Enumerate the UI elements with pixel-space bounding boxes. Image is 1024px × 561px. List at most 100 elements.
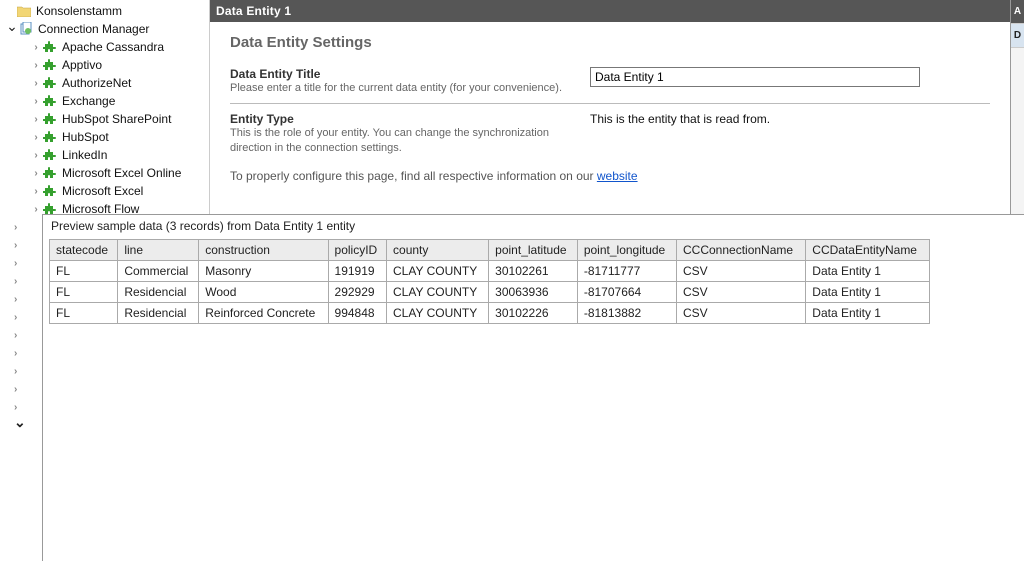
tree-manager-label: Connection Manager: [38, 22, 149, 36]
tree-arrow-icon[interactable]: [2, 218, 40, 236]
table-cell: -81711777: [577, 261, 676, 282]
table-header[interactable]: county: [387, 240, 489, 261]
expand-arrow-icon[interactable]: [30, 204, 42, 215]
right-cell-d[interactable]: D: [1011, 24, 1024, 48]
tree-root[interactable]: Konsolenstamm: [2, 2, 209, 20]
sidebar-item[interactable]: HubSpot SharePoint: [2, 110, 209, 128]
table-cell: Residencial: [118, 303, 199, 324]
table-cell: Data Entity 1: [806, 261, 930, 282]
table-cell: FL: [50, 303, 118, 324]
table-cell: CLAY COUNTY: [387, 282, 489, 303]
table-header[interactable]: CCConnectionName: [677, 240, 806, 261]
tree-arrow-icon[interactable]: [2, 290, 40, 308]
right-cell-a[interactable]: A: [1011, 0, 1024, 24]
table-cell: Data Entity 1: [806, 303, 930, 324]
page-title: Data Entity Settings: [230, 34, 990, 51]
expand-arrow-icon[interactable]: [30, 186, 42, 197]
table-cell: Data Entity 1: [806, 282, 930, 303]
table-header[interactable]: line: [118, 240, 199, 261]
table-header[interactable]: construction: [199, 240, 328, 261]
divider: [230, 103, 990, 104]
preview-title: Preview sample data (3 records) from Dat…: [43, 215, 1024, 239]
preview-panel: Preview sample data (3 records) from Dat…: [42, 214, 1024, 561]
puzzle-icon: [42, 94, 58, 108]
expand-arrow-icon[interactable]: [30, 78, 42, 89]
puzzle-icon: [42, 76, 58, 90]
table-row[interactable]: FLCommercialMasonry191919CLAY COUNTY3010…: [50, 261, 930, 282]
expand-arrow-icon[interactable]: [30, 150, 42, 161]
sidebar-item[interactable]: LinkedIn: [2, 146, 209, 164]
table-cell: 30102226: [489, 303, 578, 324]
table-cell: -81813882: [577, 303, 676, 324]
tree-arrow-icon[interactable]: [2, 362, 40, 380]
title-label: Data Entity Title: [230, 67, 590, 81]
tree-overflow-arrows: [2, 218, 40, 434]
entity-header-title: Data Entity 1: [216, 4, 291, 18]
expand-arrow-icon[interactable]: [30, 42, 42, 53]
expand-arrow-icon[interactable]: [6, 21, 18, 38]
expand-arrow-icon[interactable]: [30, 114, 42, 125]
sidebar-item[interactable]: Microsoft Excel: [2, 182, 209, 200]
table-cell: FL: [50, 261, 118, 282]
table-cell: Residencial: [118, 282, 199, 303]
table-cell: 994848: [328, 303, 387, 324]
entity-title-input[interactable]: [590, 67, 920, 87]
table-cell: CSV: [677, 303, 806, 324]
sidebar-item[interactable]: HubSpot: [2, 128, 209, 146]
sidebar-item-label: Apache Cassandra: [62, 40, 164, 54]
tree-arrow-icon[interactable]: [2, 344, 40, 362]
table-row[interactable]: FLResidencialReinforced Concrete994848CL…: [50, 303, 930, 324]
sidebar-item[interactable]: Apptivo: [2, 56, 209, 74]
table-cell: CSV: [677, 282, 806, 303]
tree-arrow-icon[interactable]: [2, 380, 40, 398]
table-header[interactable]: point_latitude: [489, 240, 578, 261]
sidebar-item-label: Apptivo: [62, 58, 102, 72]
table-header[interactable]: point_longitude: [577, 240, 676, 261]
puzzle-icon: [42, 166, 58, 180]
table-row[interactable]: FLResidencialWood292929CLAY COUNTY300639…: [50, 282, 930, 303]
tree-arrow-icon[interactable]: [2, 308, 40, 326]
table-cell: Reinforced Concrete: [199, 303, 328, 324]
table-cell: CLAY COUNTY: [387, 261, 489, 282]
sidebar-item-label: HubSpot: [62, 130, 109, 144]
website-link[interactable]: website: [597, 169, 638, 183]
sidebar-item-label: Microsoft Excel Online: [62, 166, 181, 180]
table-cell: Masonry: [199, 261, 328, 282]
table-header[interactable]: policyID: [328, 240, 387, 261]
table-cell: 292929: [328, 282, 387, 303]
tree-arrow-icon[interactable]: [2, 416, 40, 434]
config-hint: To properly configure this page, find al…: [230, 169, 990, 183]
preview-table: statecodelineconstructionpolicyIDcountyp…: [49, 239, 930, 324]
connection-manager-icon: [18, 22, 34, 36]
tree-arrow-icon[interactable]: [2, 236, 40, 254]
sidebar-item[interactable]: Apache Cassandra: [2, 38, 209, 56]
table-cell: -81707664: [577, 282, 676, 303]
tree-arrow-icon[interactable]: [2, 326, 40, 344]
puzzle-icon: [42, 148, 58, 162]
tree-connection-manager[interactable]: Connection Manager: [2, 20, 209, 38]
table-cell: CLAY COUNTY: [387, 303, 489, 324]
tree-arrow-icon[interactable]: [2, 272, 40, 290]
table-cell: CSV: [677, 261, 806, 282]
config-hint-prefix: To properly configure this page, find al…: [230, 169, 597, 183]
type-desc: This is the role of your entity. You can…: [230, 126, 570, 155]
table-header[interactable]: CCDataEntityName: [806, 240, 930, 261]
expand-arrow-icon[interactable]: [30, 168, 42, 179]
expand-arrow-icon[interactable]: [30, 96, 42, 107]
puzzle-icon: [42, 40, 58, 54]
sidebar-item-label: LinkedIn: [62, 148, 107, 162]
sidebar-item[interactable]: AuthorizeNet: [2, 74, 209, 92]
puzzle-icon: [42, 58, 58, 72]
type-value: This is the entity that is read from.: [590, 112, 990, 126]
tree-arrow-icon[interactable]: [2, 254, 40, 272]
sidebar-item[interactable]: Exchange: [2, 92, 209, 110]
table-cell: Wood: [199, 282, 328, 303]
sidebar-item-label: AuthorizeNet: [62, 76, 131, 90]
expand-arrow-icon[interactable]: [30, 60, 42, 71]
sidebar-item-label: HubSpot SharePoint: [62, 112, 171, 126]
table-cell: FL: [50, 282, 118, 303]
table-cell: 30063936: [489, 282, 578, 303]
table-header[interactable]: statecode: [50, 240, 118, 261]
expand-arrow-icon[interactable]: [30, 132, 42, 143]
sidebar-item[interactable]: Microsoft Excel Online: [2, 164, 209, 182]
